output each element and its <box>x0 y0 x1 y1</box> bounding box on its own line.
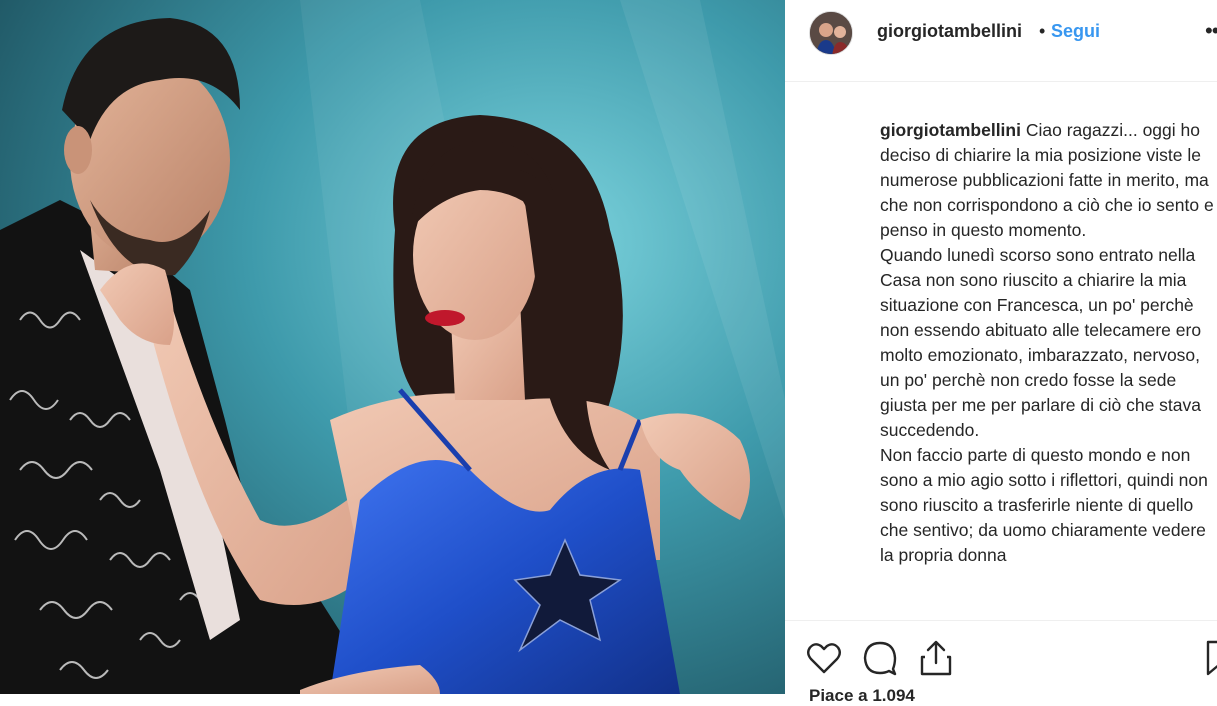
bookmark-icon <box>1206 640 1217 676</box>
caption-paragraph-1: giorgiotambellini Ciao ragazzi... oggi h… <box>880 118 1214 243</box>
post-header: giorgiotambellini • Segui ••• <box>785 0 1217 82</box>
caption-username-link[interactable]: giorgiotambellini <box>880 120 1021 140</box>
comment-icon <box>863 641 897 676</box>
share-button[interactable] <box>917 639 955 677</box>
caption-paragraph-3: Non faccio parte di questo mondo e non s… <box>880 445 1208 565</box>
separator-dot: • <box>1039 21 1046 41</box>
like-button[interactable] <box>805 639 843 677</box>
heart-icon <box>807 643 841 674</box>
action-bar <box>785 620 1217 694</box>
more-options-icon[interactable]: ••• <box>1205 18 1217 44</box>
post-sidebar: giorgiotambellini • Segui ••• giorgiotam… <box>785 0 1217 705</box>
share-icon <box>920 640 952 676</box>
caption-paragraph-2: Quando lunedì scorso sono entrato nella … <box>880 245 1202 440</box>
likes-count[interactable]: Piace a 1.094 <box>809 686 915 706</box>
post-photo[interactable] <box>0 0 785 694</box>
caption: giorgiotambellini Ciao ragazzi... oggi h… <box>880 118 1214 613</box>
save-button[interactable] <box>1205 639 1217 677</box>
avatar[interactable] <box>809 11 853 55</box>
comment-button[interactable] <box>861 639 899 677</box>
username-link[interactable]: giorgiotambellini <box>877 21 1022 42</box>
follow-button[interactable]: Segui <box>1051 21 1100 42</box>
photo-illustration <box>0 0 785 694</box>
